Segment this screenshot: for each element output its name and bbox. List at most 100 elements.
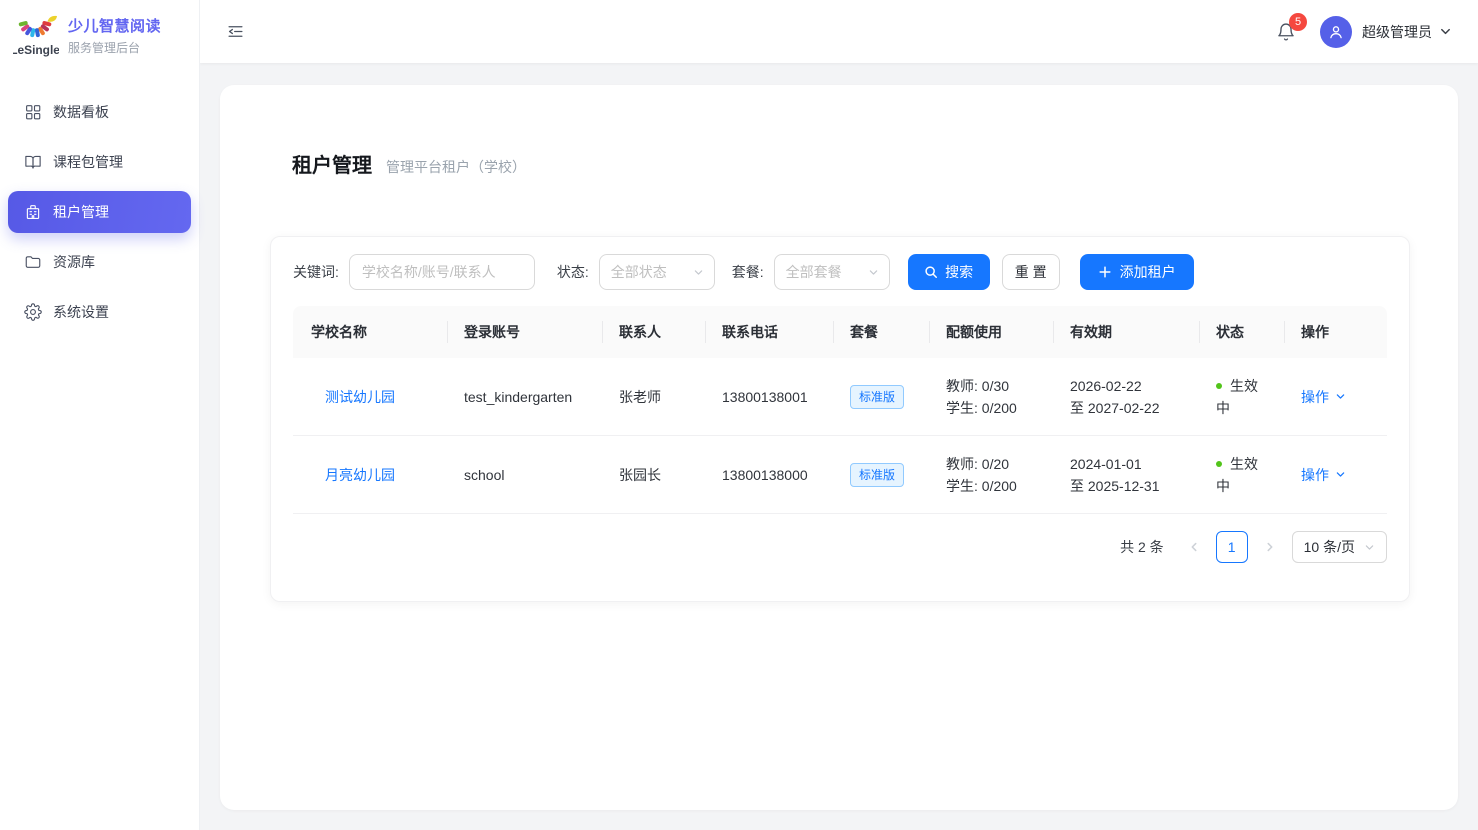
sidebar-item-tenants[interactable]: 租户管理 [8, 191, 191, 233]
table-row: 测试幼儿园 test_kindergarten 张老师 13800138001 … [293, 358, 1387, 436]
validity-cell: 2024-01-01 至 2025-12-31 [1070, 453, 1160, 497]
sidebar-item-dashboard[interactable]: 数据看板 [8, 91, 191, 133]
sidebar-menu: 数据看板 课程包管理 租户管理 资源库 系统设置 [0, 71, 199, 333]
valid-from: 2024-01-01 [1070, 453, 1160, 475]
pagination: 共 2 条 1 10 条/页 [293, 531, 1387, 563]
col-status: 状态 [1200, 306, 1285, 358]
topbar: 5 超级管理员 [200, 0, 1478, 63]
search-button[interactable]: 搜索 [908, 254, 990, 290]
col-school: 学校名称 [293, 306, 448, 358]
filter-bar: 关键词: 状态: 全部状态 套餐: 全部套餐 搜索 [293, 254, 1387, 290]
valid-to: 至 2027-02-22 [1070, 397, 1160, 419]
status-dot [1216, 383, 1222, 389]
brand-subtitle: 服务管理后台 [68, 39, 161, 56]
main-content: 租户管理 管理平台租户（学校） 关键词: 状态: 全部状态 套餐: 全部套餐 [200, 63, 1478, 830]
page-title: 租户管理 [292, 149, 372, 178]
status-select-value: 全部状态 [611, 262, 667, 282]
contact-cell: 张老师 [603, 358, 706, 435]
chevron-down-icon [1439, 25, 1452, 38]
chevron-down-icon [1364, 542, 1375, 553]
sidebar: LeSingle 少儿智慧阅读 服务管理后台 数据看板 课程包管理 租户管理 [0, 0, 200, 830]
row-actions-label: 操作 [1301, 464, 1329, 486]
plan-label: 套餐: [732, 262, 764, 282]
page-size-select[interactable]: 10 条/页 [1292, 531, 1387, 563]
col-quota: 配额使用 [930, 306, 1054, 358]
col-plan: 套餐 [834, 306, 930, 358]
chevron-down-icon [693, 267, 704, 278]
col-phone: 联系电话 [706, 306, 834, 358]
sidebar-item-settings[interactable]: 系统设置 [8, 291, 191, 333]
chevron-right-icon [1264, 541, 1276, 553]
reset-button-label: 重 置 [1015, 262, 1047, 282]
col-validity: 有效期 [1054, 306, 1200, 358]
quota-teacher: 教师: 0/20 [946, 453, 1017, 475]
page-card: 租户管理 管理平台租户（学校） 关键词: 状态: 全部状态 套餐: 全部套餐 [220, 85, 1458, 810]
chevron-down-icon [868, 267, 879, 278]
chevron-left-icon [1188, 541, 1200, 553]
pagination-page-1[interactable]: 1 [1216, 531, 1248, 563]
pagination-next-button[interactable] [1256, 531, 1284, 563]
add-tenant-button[interactable]: 添加租户 [1080, 254, 1194, 290]
sidebar-item-course-packages[interactable]: 课程包管理 [8, 141, 191, 183]
keyword-input[interactable] [349, 254, 535, 290]
svg-text:LeSingle: LeSingle [13, 43, 59, 57]
col-actions: 操作 [1285, 306, 1387, 358]
school-link[interactable]: 月亮幼儿园 [325, 464, 395, 486]
sidebar-item-label: 数据看板 [53, 102, 109, 122]
status-label: 状态: [557, 262, 589, 282]
sidebar-item-label: 系统设置 [53, 302, 109, 322]
quota-student: 学生: 0/200 [946, 397, 1017, 419]
user-menu[interactable]: 超级管理员 [1320, 16, 1452, 48]
brand[interactable]: LeSingle 少儿智慧阅读 服务管理后台 [0, 0, 199, 71]
table-row: 月亮幼儿园 school 张园长 13800138000 标准版 教师: 0/2… [293, 436, 1387, 514]
tenant-panel: 关键词: 状态: 全部状态 套餐: 全部套餐 搜索 [270, 236, 1410, 602]
validity-cell: 2026-02-22 至 2027-02-22 [1070, 375, 1160, 419]
notification-badge: 5 [1289, 13, 1307, 31]
reset-button[interactable]: 重 置 [1002, 254, 1060, 290]
account-cell: test_kindergarten [448, 358, 603, 435]
chevron-down-icon [1335, 391, 1346, 402]
status-select[interactable]: 全部状态 [599, 254, 715, 290]
sidebar-item-label: 资源库 [53, 252, 95, 272]
col-account: 登录账号 [448, 306, 603, 358]
account-cell: school [448, 436, 603, 513]
plan-select[interactable]: 全部套餐 [774, 254, 890, 290]
status-cell: 生效中 [1216, 375, 1270, 419]
status-text: 生效中 [1216, 456, 1258, 494]
sidebar-item-label: 课程包管理 [53, 152, 123, 172]
row-actions-dropdown[interactable]: 操作 [1301, 464, 1346, 486]
app-root: LeSingle 少儿智慧阅读 服务管理后台 数据看板 课程包管理 租户管理 [0, 0, 1478, 830]
sidebar-collapse-button[interactable] [222, 18, 249, 45]
sidebar-item-resources[interactable]: 资源库 [8, 241, 191, 283]
notifications-button[interactable]: 5 [1276, 22, 1296, 42]
book-icon [24, 153, 42, 171]
dashboard-grid-icon [24, 103, 42, 121]
status-dot [1216, 461, 1222, 467]
quota-student: 学生: 0/200 [946, 475, 1017, 497]
row-actions-label: 操作 [1301, 386, 1329, 408]
brand-logo-icon: LeSingle [13, 15, 59, 57]
chevron-down-icon [1335, 469, 1346, 480]
pagination-total: 共 2 条 [1120, 537, 1164, 557]
sidebar-item-label: 租户管理 [53, 202, 109, 222]
school-link[interactable]: 测试幼儿园 [325, 386, 395, 408]
quota-teacher: 教师: 0/30 [946, 375, 1017, 397]
brand-title: 少儿智慧阅读 [68, 15, 161, 36]
search-button-label: 搜索 [945, 262, 973, 282]
avatar [1320, 16, 1352, 48]
quota-cell: 教师: 0/30 学生: 0/200 [946, 375, 1017, 419]
row-actions-dropdown[interactable]: 操作 [1301, 386, 1346, 408]
valid-from: 2026-02-22 [1070, 375, 1160, 397]
tenant-table: 学校名称 登录账号 联系人 联系电话 套餐 配额使用 有效期 状态 操作 测试幼… [293, 306, 1387, 514]
col-contact: 联系人 [603, 306, 706, 358]
page-subtitle: 管理平台租户（学校） [386, 157, 526, 177]
plan-tag: 标准版 [850, 463, 904, 487]
pagination-prev-button[interactable] [1180, 531, 1208, 563]
quota-cell: 教师: 0/20 学生: 0/200 [946, 453, 1017, 497]
page-header: 租户管理 管理平台租户（学校） [220, 85, 1458, 178]
folder-icon [24, 253, 42, 271]
plan-tag: 标准版 [850, 385, 904, 409]
building-icon [24, 203, 42, 221]
status-cell: 生效中 [1216, 453, 1270, 497]
status-text: 生效中 [1216, 378, 1258, 416]
